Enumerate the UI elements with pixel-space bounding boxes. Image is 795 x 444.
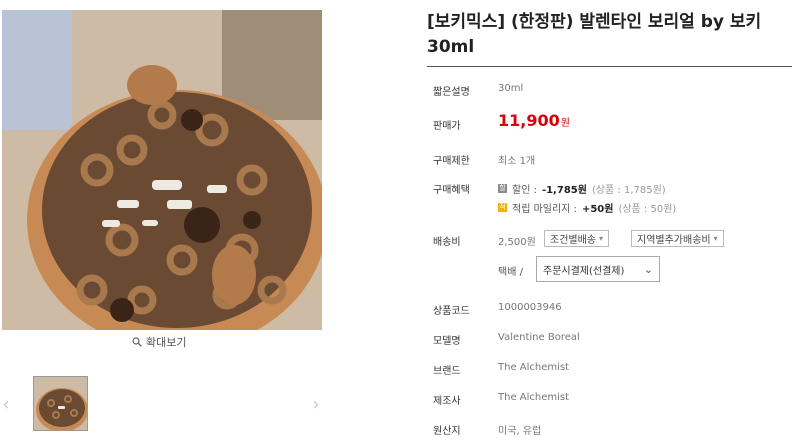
price-display: 11,900원 — [498, 111, 570, 130]
product-title: [보키믹스] (한정판) 발렌타인 보리얼 by 보키 30ml — [427, 12, 762, 57]
mileage-badge-icon: 적 — [498, 203, 507, 212]
model-label: 모델명 — [433, 336, 461, 347]
code-label: 상품코드 — [433, 306, 470, 317]
payment-method-select[interactable]: 주문시결제(선결제) ⌄ — [536, 256, 660, 282]
product-main-image[interactable] — [2, 10, 322, 330]
maker-value: The Alchemist — [498, 392, 570, 403]
price-label: 판매가 — [433, 121, 461, 132]
regional-fee-button[interactable]: 지역별추가배송비 ▾ — [631, 230, 724, 247]
origin-label: 원산지 — [433, 426, 461, 437]
chevron-down-icon: ▾ — [713, 234, 718, 243]
maker-label: 제조사 — [433, 396, 461, 407]
zoom-label: 확대보기 — [146, 336, 187, 349]
courier-label: 택배 / — [498, 267, 523, 278]
origin-value: 미국, 유럽 — [498, 426, 542, 437]
code-value: 1000003946 — [498, 302, 562, 313]
discount-sub: (상품 : 1,785원) — [591, 185, 666, 196]
limit-label: 구매제한 — [433, 156, 470, 167]
thumbnail-image[interactable] — [33, 376, 88, 431]
discount-badge-icon: 할 — [498, 184, 507, 193]
chevron-right-icon[interactable]: › — [310, 396, 322, 414]
title-divider — [427, 66, 792, 67]
zoom-button[interactable]: 확대보기 — [132, 334, 186, 350]
mileage-sub: (상품 : 50원) — [618, 204, 677, 215]
mileage-row: 적 적립 마일리지 : +50원 (상품 : 50원) — [498, 200, 676, 215]
chevron-down-icon: ▾ — [599, 234, 604, 243]
price-unit: 원 — [560, 118, 570, 129]
short-desc-label: 짧은설명 — [433, 87, 470, 98]
chevron-down-icon: ⌄ — [643, 262, 653, 276]
regional-fee-label: 지역별추가배송비 — [637, 235, 711, 246]
brand-value: The Alchemist — [498, 362, 570, 373]
model-value: Valentine Boreal — [498, 332, 580, 343]
payment-method-value: 주문시결제(선결제) — [543, 265, 625, 277]
shipping-condition-button[interactable]: 조건별배송 ▾ — [544, 230, 610, 247]
shipping-condition-label: 조건별배송 — [550, 235, 596, 246]
chevron-left-icon[interactable]: ‹ — [0, 396, 12, 414]
price-value: 11,900 — [498, 111, 560, 130]
discount-row: 할 할인 : -1,785원 (상품 : 1,785원) — [498, 181, 666, 196]
magnifier-icon — [132, 337, 142, 347]
shipping-fee: 2,500원 — [498, 237, 536, 248]
brand-label: 브랜드 — [433, 366, 461, 377]
limit-value: 최소 1개 — [498, 156, 536, 167]
benefit-label: 구매혜택 — [433, 185, 470, 196]
mileage-prefix: 적립 마일리지 : — [512, 204, 577, 215]
shipping-label: 배송비 — [433, 237, 461, 248]
mileage-amount: +50원 — [581, 204, 614, 215]
discount-prefix: 할인 : — [512, 185, 537, 196]
discount-amount: -1,785원 — [541, 185, 587, 196]
short-desc-value: 30ml — [498, 83, 524, 94]
